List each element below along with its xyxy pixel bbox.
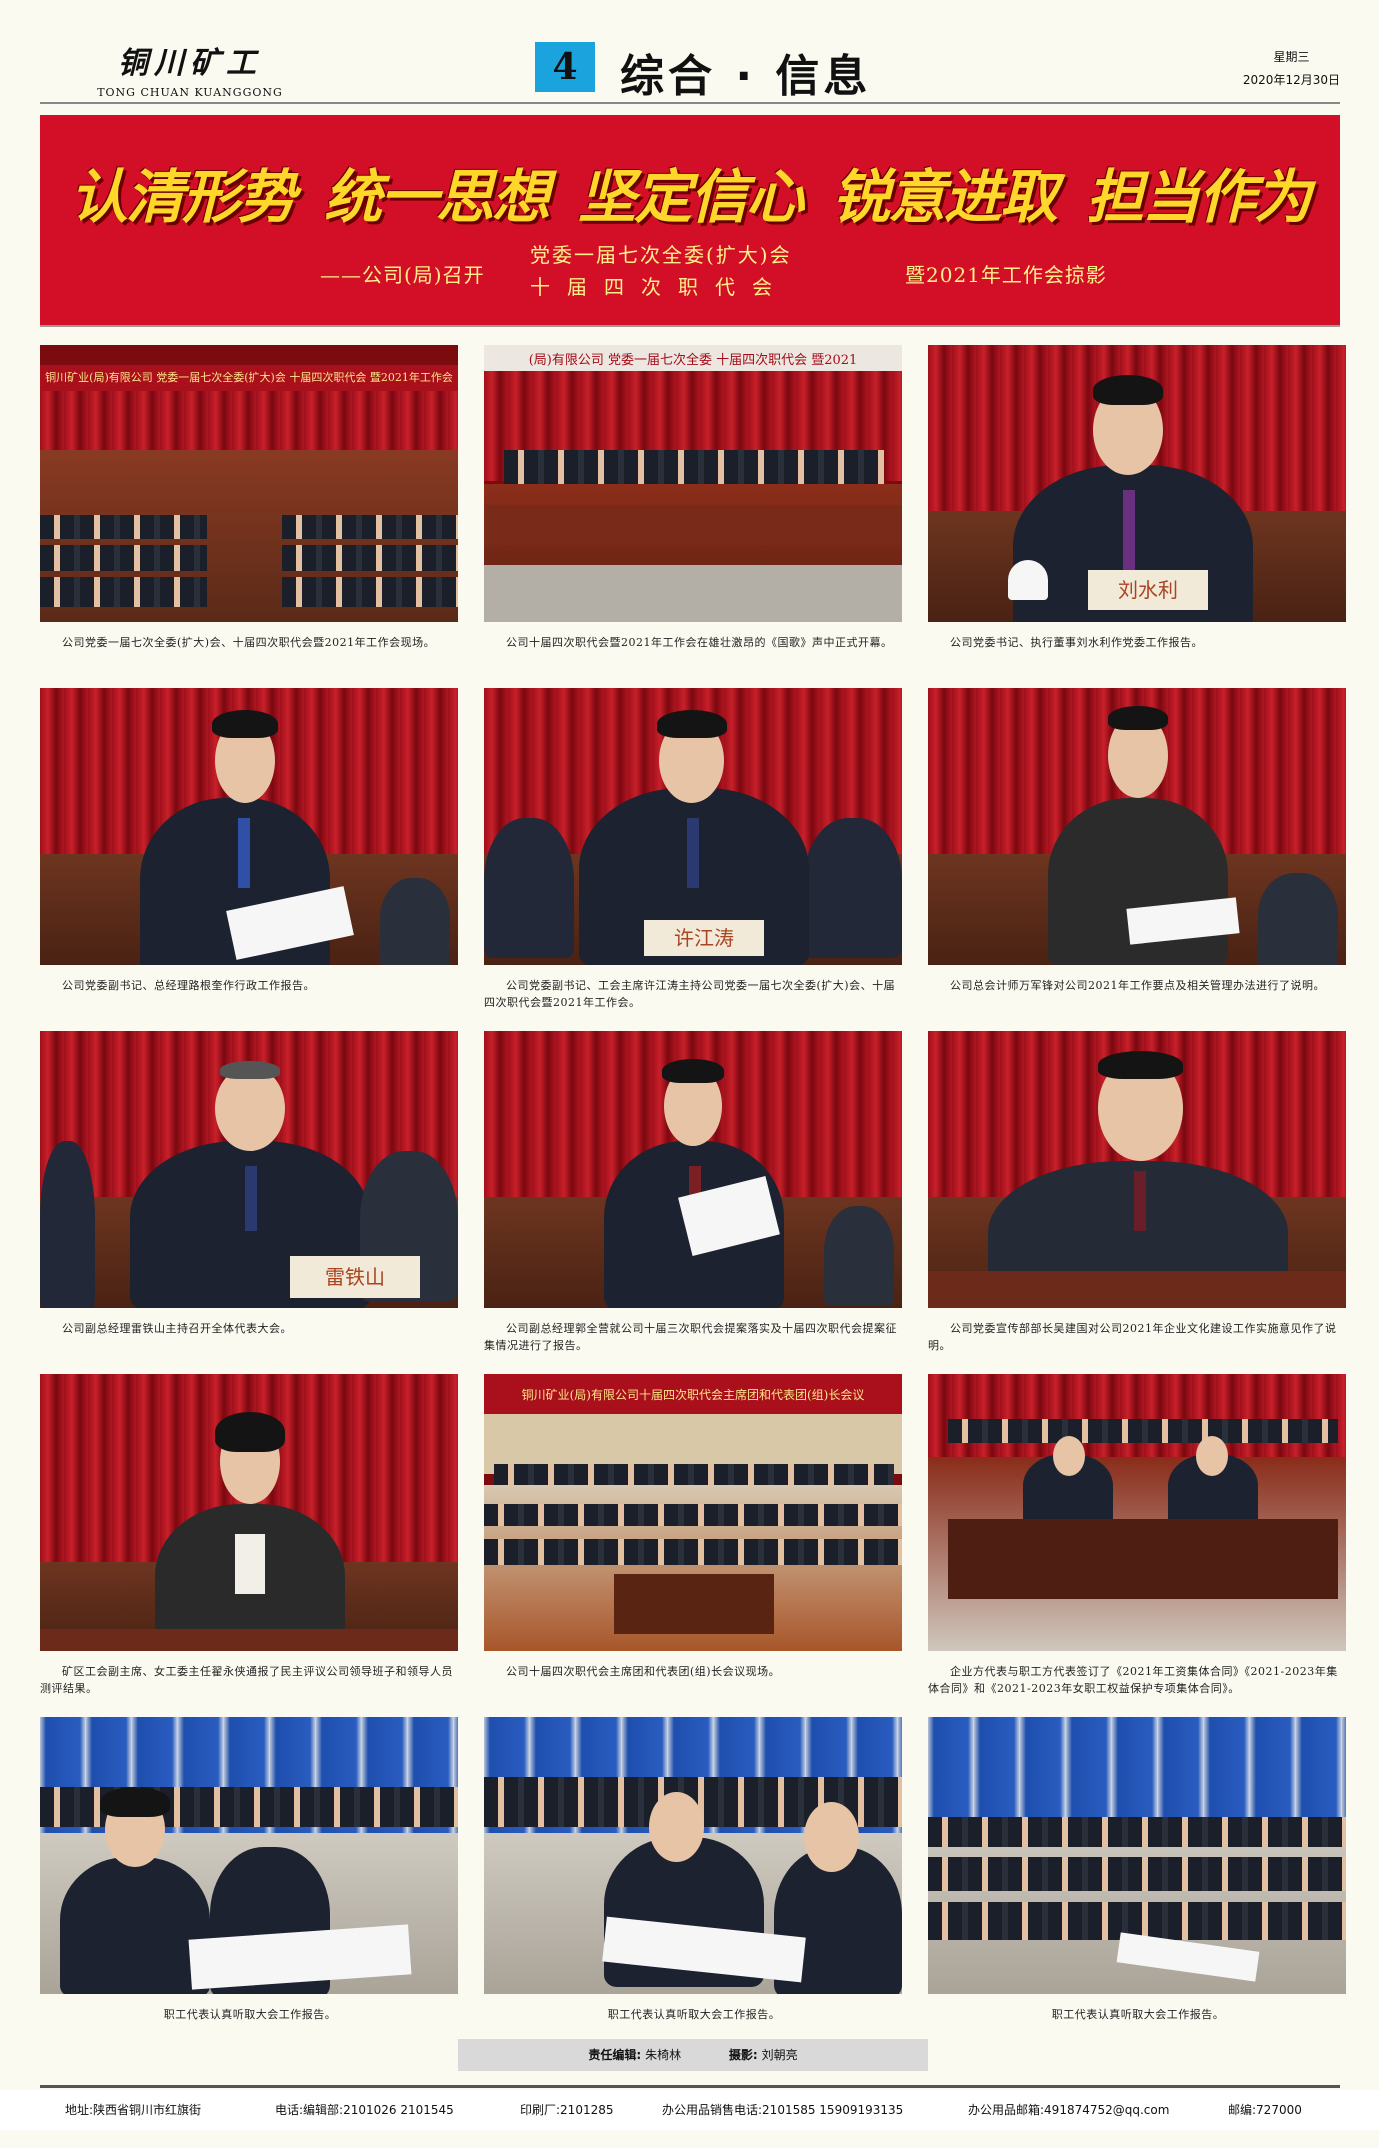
banner-subtitle: ——公司(局)召开 党委一届七次全委(扩大)会 十届四次职代会 暨2021年工作… [40, 239, 1340, 309]
subtitle-line-1: 党委一届七次全委(扩大)会 [530, 243, 792, 267]
photo-delegates-listening [40, 1717, 458, 1994]
photo-caption: 职工代表认真听取大会工作报告。 [1051, 2008, 1225, 2021]
photo-caption: 公司副总经理雷铁山主持召开全体代表大会。 [62, 1322, 292, 1335]
footer-email: 办公用品邮箱:491874752@qq.com [968, 2103, 1170, 2117]
footer-phone: 电话:编辑部:2101026 2101545 [275, 2103, 454, 2117]
photo-caption: 职工代表认真听取大会工作报告。 [607, 2008, 781, 2021]
weekday: 星期三 [1273, 50, 1310, 64]
brand-logo: 铜川矿工 TONG CHUAN KUANGGONG [80, 38, 300, 99]
footer-divider [40, 2085, 1340, 2088]
credits-bar: 责任编辑: 朱椅林 摄影: 刘朝亮 [458, 2039, 928, 2071]
hall-banner-text: 铜川矿业(局)有限公司 党委一届七次全委(扩大)会 十届四次职代会 暨2021年… [40, 365, 458, 391]
masthead: 铜川矿工 TONG CHUAN KUANGGONG 4 综合 · 信息 星期三 … [40, 28, 1340, 108]
photo-deputy-gm-proposal-report [484, 1031, 902, 1308]
photo-caption: 公司总会计师万军锋对公司2021年工作要点及相关管理办法进行了说明。 [950, 979, 1325, 992]
photo-conference-hall: 铜川矿业(局)有限公司 党委一届七次全委(扩大)会 十届四次职代会 暨2021年… [40, 345, 458, 622]
photo-publicity-minister-explanation [928, 1031, 1346, 1308]
photo-caption: 企业方代表与职工方代表签订了《2021年工资集体合同》《2021-2023年集体… [928, 1665, 1338, 1695]
photo-delegates-listening [928, 1717, 1346, 1994]
photo-caption: 矿区工会副主席、女工委主任翟永侠通报了民主评议公司领导班子和领导人员测评结果。 [40, 1665, 453, 1695]
newspaper-page: 铜川矿工 TONG CHUAN KUANGGONG 4 综合 · 信息 星期三 … [0, 0, 1379, 2148]
nameplate: 许江涛 [644, 920, 764, 956]
header-divider [40, 102, 1340, 104]
photo-presidium-meeting: 铜川矿业(局)有限公司十届四次职代会主席团和代表团(组)长会议 [484, 1374, 902, 1651]
hall-banner-text: 铜川矿业(局)有限公司十届四次职代会主席团和代表团(组)长会议 [484, 1374, 902, 1414]
issue-date: 星期三 2020年12月30日 [1243, 48, 1340, 94]
photo-union-vice-chair-report [40, 1374, 458, 1651]
slogan: 锐意进取 [831, 163, 1058, 231]
section-title: 综合 · 信息 [620, 51, 872, 102]
footer: 地址:陕西省铜川市红旗街 电话:编辑部:2101026 2101545 印刷厂:… [0, 2090, 1379, 2130]
photo-caption: 公司党委副书记、工会主席许江涛主持公司党委一届七次全委(扩大)会、十届四次职代会… [484, 979, 896, 1009]
photo-union-chairman-hosting: 许江涛 [484, 688, 902, 965]
nameplate: 雷铁山 [290, 1256, 420, 1298]
photo-contract-signing [928, 1374, 1346, 1651]
slogan: 统一思想 [323, 163, 550, 231]
slogan: 担当作为 [1085, 163, 1312, 231]
photo-caption: 公司党委副书记、总经理路根奎作行政工作报告。 [62, 979, 315, 992]
photo-party-secretary-report: 刘水利 [928, 345, 1346, 622]
brand-name-en: TONG CHUAN KUANGGONG [97, 86, 283, 99]
photo-caption: 公司十届四次职代会暨2021年工作会在雄壮激昂的《国歌》声中正式开幕。 [506, 636, 893, 649]
photo-caption: 公司党委宣传部部长吴建国对公司2021年企业文化建设工作实施意见作了说明。 [928, 1322, 1337, 1352]
photo-opening-anthem: (局)有限公司 党委一届七次全委 十届四次职代会 暨2021 [484, 345, 902, 622]
photo-caption: 公司十届四次职代会主席团和代表团(组)长会议现场。 [506, 1665, 781, 1678]
footer-printer: 印刷厂:2101285 [520, 2103, 614, 2117]
photo-caption: 公司副总经理郭全营就公司十届三次职代会提案落实及十届四次职代会提案征集情况进行了… [484, 1322, 897, 1352]
hall-banner-text: (局)有限公司 党委一届七次全委 十届四次职代会 暨2021 [484, 345, 902, 371]
footer-postcode: 邮编:727000 [1228, 2103, 1302, 2117]
photographer-name: 刘朝亮 [761, 2048, 798, 2062]
subtitle-suffix: 暨2021年工作会掠影 [905, 263, 1107, 287]
slogan: 坚定信心 [577, 163, 804, 231]
footer-address: 地址:陕西省铜川市红旗街 [65, 2103, 202, 2117]
photo-caption: 公司党委一届七次全委(扩大)会、十届四次职代会暨2021年工作会现场。 [62, 636, 436, 649]
headline-banner: 认清形势 统一思想 坚定信心 锐意进取 担当作为 ——公司(局)召开 党委一届七… [40, 115, 1340, 327]
nameplate: 刘水利 [1088, 570, 1208, 610]
subtitle-prefix: ——公司(局)召开 [320, 263, 485, 287]
date: 2020年12月30日 [1242, 73, 1340, 87]
photo-label: 摄影: [728, 2048, 758, 2062]
photo-general-manager-report [40, 688, 458, 965]
slogan-row: 认清形势 统一思想 坚定信心 锐意进取 担当作为 [40, 150, 1340, 234]
brand-name-cn: 铜川矿工 [118, 46, 262, 81]
footer-sales-phone: 办公用品销售电话:2101585 15909193135 [662, 2103, 904, 2117]
photo-chief-accountant-explanation [928, 688, 1346, 965]
editor-name: 朱椅林 [645, 2048, 682, 2062]
photo-caption: 公司党委书记、执行董事刘水利作党委工作报告。 [950, 636, 1203, 649]
photo-delegates-listening [484, 1717, 902, 1994]
photo-caption: 职工代表认真听取大会工作报告。 [163, 2008, 337, 2021]
slogan: 认清形势 [69, 163, 296, 231]
editor-label: 责任编辑: [588, 2048, 642, 2062]
page-number: 4 [535, 42, 595, 92]
subtitle-line-2: 十届四次职代会 [530, 275, 789, 299]
photo-deputy-gm-presiding: 雷铁山 [40, 1031, 458, 1308]
